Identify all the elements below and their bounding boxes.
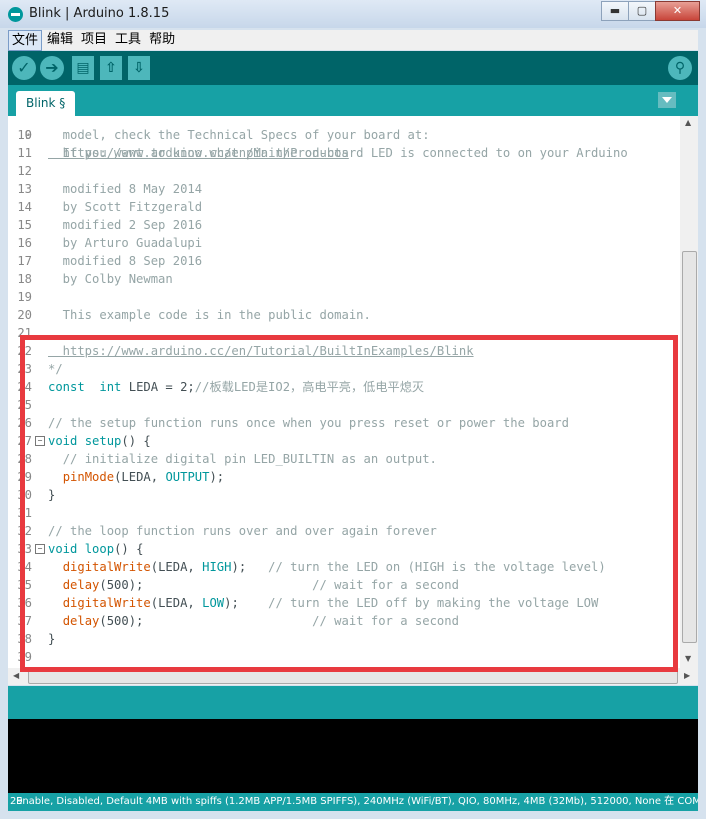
line-number: 19 (17, 290, 32, 304)
line-number: 17 (17, 254, 32, 268)
line-number: 10 (17, 128, 32, 142)
code-line: 13 modified 8 May 2014 (8, 180, 680, 198)
window-controls: ▬ ▢ ✕ (601, 1, 700, 21)
line-number: 13 (17, 182, 32, 196)
close-button[interactable]: ✕ (655, 1, 700, 21)
line-number: 11 (17, 146, 32, 160)
menu-file[interactable]: 文件 (8, 30, 43, 51)
code-line: 11 https://www.arduino.cc/en/Main/Produc… (8, 144, 680, 162)
open-icon[interactable]: ⇧ (100, 56, 122, 80)
menu-tools[interactable]: 工具 (112, 30, 144, 49)
line-number: 15 (17, 218, 32, 232)
window-title: Blink | Arduino 1.8.15 (29, 6, 170, 21)
code-text: modified 8 Sep 2016 (48, 254, 203, 268)
save-icon[interactable]: ⇩ (128, 56, 150, 80)
code-line-partial: 9 If you want to know what pin the on-bo… (24, 128, 628, 160)
vertical-scrollbar[interactable]: ▲ ▼ (680, 116, 698, 668)
code-text: by Colby Newman (48, 272, 173, 286)
code-line: 20 This example code is in the public do… (8, 306, 680, 324)
line-number: 12 (17, 164, 32, 178)
code-line: 14 by Scott Fitzgerald (8, 198, 680, 216)
board-status-footer: Enable, Disabled, Default 4MB with spiff… (8, 793, 698, 811)
code-text: modified 8 May 2014 (48, 182, 203, 196)
code-line: 17 modified 8 Sep 2016 (8, 252, 680, 270)
menu-help[interactable]: 帮助 (146, 30, 178, 49)
arduino-logo-icon (8, 7, 23, 22)
menu-edit[interactable]: 编辑 (44, 30, 76, 49)
line-number: 18 (17, 272, 32, 286)
title-bar: Blink | Arduino 1.8.15 ▬ ▢ ✕ (0, 0, 706, 28)
highlight-annotation (20, 335, 678, 672)
line-number: 16 (17, 236, 32, 250)
verify-icon[interactable]: ✓ (12, 56, 36, 80)
scroll-left-icon[interactable]: ◀ (13, 671, 19, 680)
horizontal-scroll-thumb[interactable] (28, 670, 678, 684)
code-line: 16 by Arturo Guadalupi (8, 234, 680, 252)
new-icon[interactable]: ▤ (72, 56, 94, 80)
code-text: by Arturo Guadalupi (48, 236, 203, 250)
code-line: 12 (8, 162, 680, 180)
serial-monitor-icon[interactable]: ⚲ (668, 56, 692, 80)
code-line: 15 modified 2 Sep 2016 (8, 216, 680, 234)
scroll-right-icon[interactable]: ▶ (684, 671, 690, 680)
line-number: 20 (17, 308, 32, 322)
tab-menu-dropdown-icon[interactable] (658, 92, 676, 108)
status-bar (8, 686, 698, 719)
tab-blink[interactable]: Blink § (16, 91, 76, 116)
code-text: modified 2 Sep 2016 (48, 218, 203, 232)
code-text: by Scott Fitzgerald (48, 200, 203, 214)
toolbar: ✓ ➔ ▤ ⇧ ⇩ ⚲ (8, 51, 698, 85)
arduino-ide-window: Blink | Arduino 1.8.15 ▬ ▢ ✕ 文件 编辑 项目 工具… (0, 0, 706, 819)
tab-bar: Blink § (8, 85, 698, 116)
code-line: 18 by Colby Newman (8, 270, 680, 288)
line-number: 14 (17, 200, 32, 214)
menu-bar: 文件 编辑 项目 工具 帮助 (8, 30, 698, 51)
current-line-number: 29 (10, 796, 23, 807)
upload-icon[interactable]: ➔ (40, 56, 64, 80)
code-line: 19 (8, 288, 680, 306)
menu-sketch[interactable]: 项目 (78, 30, 110, 49)
board-info: Enable, Disabled, Default 4MB with spiff… (16, 796, 698, 807)
console-output[interactable] (8, 719, 698, 793)
minimize-button[interactable]: ▬ (601, 1, 629, 21)
code-line: 10 model, check the Technical Specs of y… (8, 126, 680, 144)
code-text: model, check the Technical Specs of your… (48, 128, 430, 142)
code-text: This example code is in the public domai… (48, 308, 371, 322)
scroll-up-icon[interactable]: ▲ (685, 118, 691, 127)
scroll-down-icon[interactable]: ▼ (685, 654, 691, 663)
vertical-scroll-thumb[interactable] (682, 251, 697, 643)
maximize-button[interactable]: ▢ (628, 1, 656, 21)
code-text: https://www.arduino.cc/en/Main/Products (48, 146, 349, 160)
